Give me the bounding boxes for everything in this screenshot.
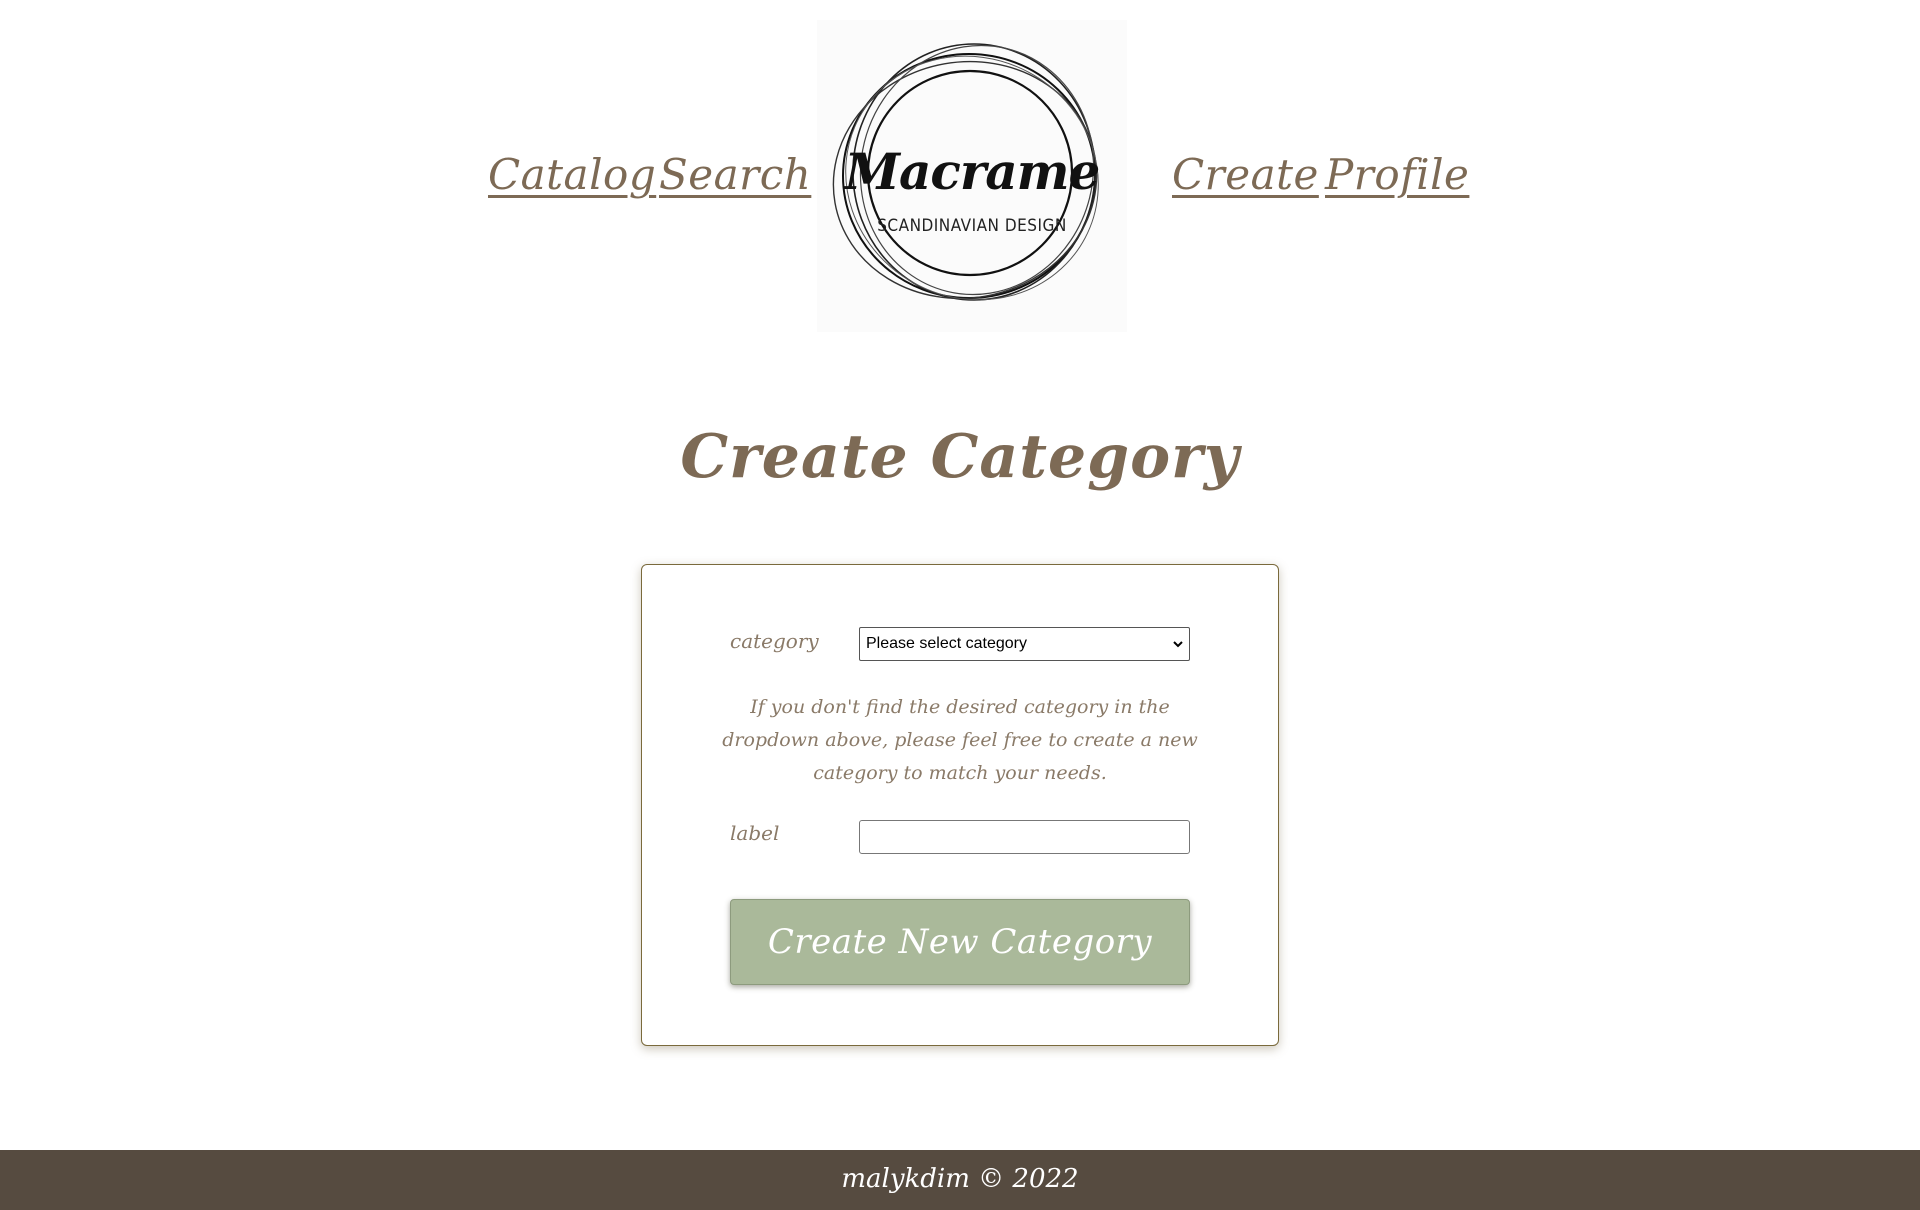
nav-search-link[interactable]: Search bbox=[659, 150, 811, 199]
category-select-value: Please select category bbox=[866, 635, 1027, 652]
page: Catalog Search Macrame SCANDINAVIAN DESI… bbox=[0, 0, 1920, 1210]
page-title: Create Category bbox=[680, 422, 1240, 492]
chevron-down-icon bbox=[1173, 641, 1183, 648]
label-input[interactable] bbox=[859, 820, 1190, 854]
category-select[interactable]: Please select category bbox=[859, 627, 1190, 661]
create-new-category-button[interactable]: Create New Category bbox=[730, 899, 1190, 985]
site-footer: malykdim © 2022 bbox=[0, 1150, 1920, 1210]
help-text: If you don't find the desired category i… bbox=[722, 696, 1198, 784]
logo-subtitle: SCANDINAVIAN DESIGN bbox=[877, 216, 1067, 236]
create-category-form: category Please select category If you d… bbox=[641, 564, 1279, 1046]
logo-title: Macrame bbox=[844, 142, 1101, 201]
nav-create-link[interactable]: Create bbox=[1172, 150, 1319, 199]
category-field-label: category bbox=[730, 629, 819, 653]
label-field-label: label bbox=[730, 821, 780, 845]
footer-copyright: malykdim © 2022 bbox=[841, 1164, 1079, 1194]
nav-catalog-link[interactable]: Catalog bbox=[488, 150, 656, 199]
site-header: Catalog Search Macrame SCANDINAVIAN DESI… bbox=[0, 0, 1920, 340]
nav-profile-link[interactable]: Profile bbox=[1325, 150, 1469, 199]
site-logo[interactable]: Macrame SCANDINAVIAN DESIGN bbox=[817, 20, 1127, 332]
